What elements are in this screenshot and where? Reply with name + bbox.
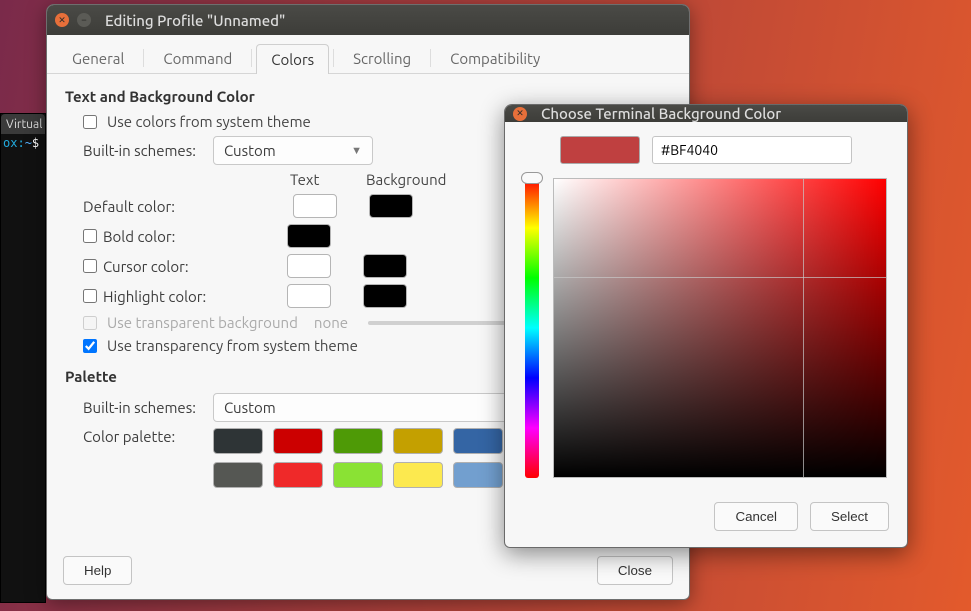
palette-swatch[interactable] — [393, 462, 443, 488]
chk-transparent-bg — [83, 316, 97, 330]
window-titlebar[interactable]: ✕ – Editing Profile "Unnamed" — [47, 5, 689, 35]
highlight-text-color-swatch[interactable] — [287, 284, 331, 308]
tab-bar: General Command Colors Scrolling Compati… — [47, 35, 689, 74]
default-bg-color-swatch[interactable] — [369, 194, 413, 218]
terminal-prompt: ox:~$ — [1, 134, 45, 152]
chk-cursor-color[interactable] — [83, 259, 97, 273]
color-picker-area — [505, 122, 907, 492]
saturation-value-field[interactable] — [553, 178, 887, 478]
default-text-color-swatch[interactable] — [293, 194, 337, 218]
cursor-bg-color-swatch[interactable] — [363, 254, 407, 278]
cancel-button[interactable]: Cancel — [714, 502, 798, 531]
palette-swatch[interactable] — [453, 462, 503, 488]
sv-crosshair-h — [554, 277, 886, 278]
close-button[interactable]: Close — [597, 556, 673, 585]
prompt-host: ox: — [3, 136, 25, 150]
chk-use-system-colors[interactable] — [83, 115, 97, 129]
lbl-use-system-colors: Use colors from system theme — [107, 113, 311, 130]
palette-swatch[interactable] — [273, 462, 323, 488]
palette-swatch[interactable] — [333, 462, 383, 488]
palette-swatch[interactable] — [393, 428, 443, 454]
lbl-cursor-color: Cursor color: — [103, 258, 189, 275]
section-text-bg-title: Text and Background Color — [65, 88, 671, 105]
tab-scrolling[interactable]: Scrolling — [338, 43, 426, 73]
hue-thumb[interactable] — [521, 172, 543, 184]
terminal-window-peek: Virtual ox:~$ — [0, 113, 46, 603]
palette-swatch[interactable] — [333, 428, 383, 454]
prompt-path: ~ — [25, 136, 32, 150]
help-button[interactable]: Help — [63, 556, 132, 585]
select-button[interactable]: Select — [810, 502, 889, 531]
highlight-bg-color-swatch[interactable] — [363, 284, 407, 308]
lbl-bold-color: Bold color: — [103, 228, 175, 245]
window-title: Editing Profile "Unnamed" — [105, 12, 285, 29]
transparent-value: none — [314, 314, 348, 331]
dialog-titlebar[interactable]: ✕ Choose Terminal Background Color — [505, 105, 907, 122]
palette-swatch[interactable] — [453, 428, 503, 454]
tab-general[interactable]: General — [57, 43, 139, 73]
bold-text-color-swatch[interactable] — [287, 224, 331, 248]
dialog-title: Choose Terminal Background Color — [541, 105, 781, 122]
head-background: Background — [366, 171, 446, 188]
chk-bold-color[interactable] — [83, 229, 97, 243]
chevron-down-icon: ▼ — [351, 145, 362, 157]
color-chooser-dialog: ✕ Choose Terminal Background Color Cance… — [504, 104, 908, 548]
lbl-transparency-theme: Use transparency from system theme — [107, 337, 358, 354]
chk-transparency-theme[interactable] — [83, 339, 97, 353]
palette-swatch[interactable] — [213, 462, 263, 488]
tab-command[interactable]: Command — [148, 43, 247, 73]
lbl-color-palette: Color palette: — [83, 428, 203, 445]
select-builtin-scheme[interactable]: Custom ▼ — [213, 136, 373, 165]
window-close-icon[interactable]: ✕ — [55, 13, 69, 27]
select-palette-scheme-value: Custom — [224, 399, 276, 416]
lbl-builtin-schemes: Built-in schemes: — [83, 142, 203, 159]
dialog-close-icon[interactable]: ✕ — [513, 107, 527, 121]
lbl-transparent-bg: Use transparent background — [107, 314, 298, 331]
head-text: Text — [290, 171, 346, 188]
sv-crosshair-v — [803, 179, 804, 477]
select-builtin-scheme-value: Custom — [224, 142, 276, 159]
cursor-text-color-swatch[interactable] — [287, 254, 331, 278]
lbl-default-color: Default color: — [83, 198, 175, 215]
palette-swatch[interactable] — [213, 428, 263, 454]
lbl-palette-builtin: Built-in schemes: — [83, 399, 203, 416]
window-minimize-icon[interactable]: – — [77, 13, 91, 27]
lbl-highlight-color: Highlight color: — [103, 288, 206, 305]
tab-compatibility[interactable]: Compatibility — [435, 43, 555, 73]
terminal-tab: Virtual — [1, 114, 45, 134]
hex-input[interactable] — [652, 136, 852, 164]
palette-swatch[interactable] — [273, 428, 323, 454]
hue-slider[interactable] — [525, 178, 539, 478]
window-footer: Help Close — [47, 546, 689, 599]
color-preview-swatch — [560, 136, 640, 164]
prompt-symbol: $ — [32, 136, 39, 150]
dialog-footer: Cancel Select — [505, 492, 907, 547]
tab-colors[interactable]: Colors — [256, 44, 329, 74]
chk-highlight-color[interactable] — [83, 289, 97, 303]
